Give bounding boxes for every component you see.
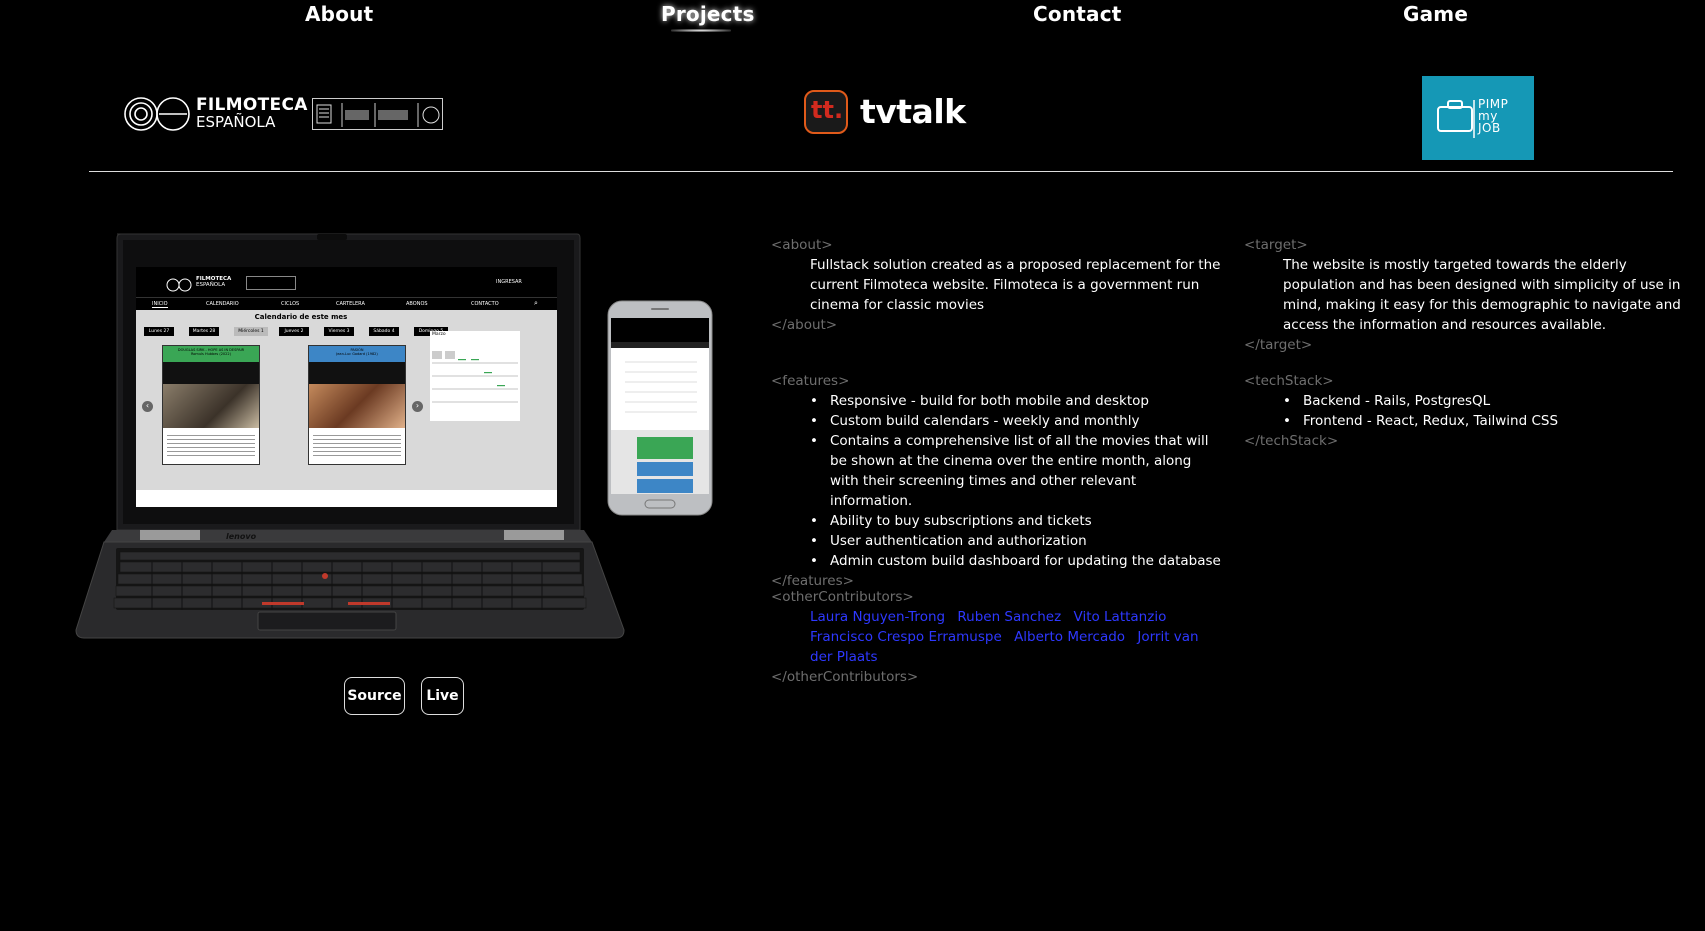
screen-menu-item: CICLOS: [281, 301, 300, 307]
top-nav: About Projects Contact Game: [0, 0, 1705, 40]
screen-prev-arrow-icon: ‹: [142, 401, 153, 412]
live-button[interactable]: Live: [421, 677, 464, 715]
screen-day: Sábado 4: [369, 327, 399, 336]
contributor-link[interactable]: Ruben Sanchez: [957, 609, 1061, 625]
screen-card-times: [309, 362, 405, 384]
tvtalk-name: tvtalk: [860, 92, 966, 131]
screen-movie-card: PASIÓN Jean-Luc Godard (1982): [308, 345, 406, 465]
screen-login: INGRESAR: [496, 279, 522, 285]
screen-day: Viernes 3: [324, 327, 354, 336]
screen-card-times: [163, 362, 259, 384]
feature-item: Contains a comprehensive list of all the…: [810, 431, 1221, 511]
about-close-tag: </about>: [771, 317, 838, 333]
divider: [89, 171, 1673, 172]
screen-menu: INICIO CALENDARIO CICLOS CARTELERA ABONO…: [136, 297, 557, 310]
features-list: Responsive - build for both mobile and d…: [771, 391, 1221, 571]
target-open-tag: <target>: [1244, 237, 1308, 253]
screen-movie-card: DOUGLAS SIRK - HOPE AS IN DESPAIR Romuls…: [162, 345, 260, 465]
contributors-open-tag: <otherContributors>: [771, 589, 914, 605]
screen-card-text: [313, 432, 401, 458]
about-section: <about> Fullstack solution created as a …: [771, 235, 1221, 335]
screen-days: Lunes 27 Martes 28 Miércoles 1 Jueves 2 …: [144, 327, 464, 337]
screen-month-label: Marzo: [432, 332, 446, 337]
screen-card-subtitle: Romuls Hubbes (2022): [191, 352, 231, 356]
about-open-tag: <about>: [771, 237, 833, 253]
contributors-section: <otherContributors> Laura Nguyen-Trong R…: [771, 587, 1221, 687]
screen-calendar-grid: [432, 351, 518, 403]
screen-logo-icon: [166, 278, 192, 292]
techstack-list: Backend - Rails, PostgresQL Frontend - R…: [1244, 391, 1694, 431]
features-open-tag: <features>: [771, 373, 850, 389]
about-text: Fullstack solution created as a proposed…: [810, 257, 1221, 313]
filmoteca-spiral-icon: [124, 97, 190, 131]
screen-menu-item: ABONOS: [406, 301, 428, 307]
techstack-close-tag: </techStack>: [1244, 433, 1339, 449]
feature-item: Ability to buy subscriptions and tickets: [810, 511, 1221, 531]
techstack-open-tag: <techStack>: [1244, 373, 1334, 389]
screen-day: Miércoles 1: [234, 327, 268, 336]
screen-card-text: [167, 432, 255, 458]
feature-item: Responsive - build for both mobile and d…: [810, 391, 1221, 411]
screen-day: Lunes 27: [144, 327, 174, 336]
screen-menu-item: CARTELERA: [336, 301, 365, 307]
filmoteca-word: FILMOTECA: [196, 95, 308, 115]
screen-menu-item: CONTACTO: [471, 301, 499, 307]
techstack-item: Frontend - React, Redux, Tailwind CSS: [1283, 411, 1694, 431]
nav-about[interactable]: About: [305, 2, 373, 26]
contributors-close-tag: </otherContributors>: [771, 669, 919, 685]
techstack-item: Backend - Rails, PostgresQL: [1283, 391, 1694, 411]
screen-day: Jueves 2: [279, 327, 309, 336]
contributor-link[interactable]: Laura Nguyen-Trong: [810, 609, 945, 625]
screen-card-header: PASIÓN Jean-Luc Godard (1982): [309, 346, 405, 362]
source-button[interactable]: Source: [344, 677, 405, 715]
screen-heading: Calendario de este mes: [254, 313, 348, 321]
contributors-list: Laura Nguyen-Trong Ruben Sanchez Vito La…: [771, 607, 1221, 667]
pimpmyjob-line: JOB: [1478, 121, 1501, 135]
nav-game[interactable]: Game: [1403, 2, 1468, 26]
screen-logo-text: FILMOTECA ESPAÑOLA: [196, 276, 231, 288]
contributor-link[interactable]: Francisco Crespo Erramuspe: [810, 629, 1002, 645]
feature-item: Custom build calendars - weekly and mont…: [810, 411, 1221, 431]
feature-item: User authentication and authorization: [810, 531, 1221, 551]
screen-search-icon: ⌕: [534, 299, 538, 307]
screen-logo-line2: ESPAÑOLA: [196, 282, 226, 288]
screen-day: Martes 28: [189, 327, 219, 336]
screen-next-arrow-icon: ›: [412, 401, 423, 412]
screen-menu-item: CALENDARIO: [206, 301, 239, 307]
laptop-mockup: lenovo FILMOTECA ESPAÑOLA INGRESAR INICI…: [72, 230, 628, 642]
screen-month-calendar: Marzo: [430, 331, 520, 421]
nav-projects-label: Projects: [661, 2, 755, 26]
target-text: The website is mostly targeted towards t…: [1283, 257, 1681, 333]
active-indicator: [671, 29, 731, 32]
target-close-tag: </target>: [1244, 337, 1313, 353]
contributor-link[interactable]: Alberto Mercado: [1014, 629, 1125, 645]
screen-card-image: [163, 384, 259, 428]
feature-item: Admin custom build dashboard for updatin…: [810, 551, 1221, 571]
nav-contact[interactable]: Contact: [1033, 2, 1122, 26]
pimpmyjob-text: PIMP my JOB: [1478, 98, 1508, 134]
pimpmyjob-logo[interactable]: PIMP my JOB: [1422, 76, 1534, 160]
features-section: <features> Responsive - build for both m…: [771, 371, 1221, 591]
phone-mockup: [607, 300, 713, 516]
target-section: <target> The website is mostly targeted …: [1244, 235, 1694, 355]
tvtalk-badge: tt.: [804, 90, 848, 134]
screen-card-header: DOUGLAS SIRK - HOPE AS IN DESPAIR Romuls…: [163, 346, 259, 362]
screen-menu-item: INICIO: [152, 301, 168, 308]
tvtalk-badge-text: tt.: [811, 96, 844, 124]
laptop-screen: FILMOTECA ESPAÑOLA INGRESAR INICIO CALEN…: [136, 267, 557, 507]
laptop-brand: lenovo: [226, 532, 257, 541]
techstack-section: <techStack> Backend - Rails, PostgresQL …: [1244, 371, 1694, 451]
screen-card-image: [309, 384, 405, 428]
espanola-word: ESPAÑOLA: [196, 113, 276, 131]
screen-gov-seal: [246, 276, 296, 290]
nav-projects[interactable]: Projects: [661, 2, 755, 32]
project-selector: FILMOTECA ESPAÑOLA tt. tvtalk PIMP my JO: [0, 70, 1705, 170]
screen-header: FILMOTECA ESPAÑOLA INGRESAR: [136, 267, 557, 297]
contributor-link[interactable]: Vito Lattanzio: [1074, 609, 1167, 625]
government-seal: [312, 98, 443, 130]
screen-card-subtitle: Jean-Luc Godard (1982): [336, 352, 378, 356]
